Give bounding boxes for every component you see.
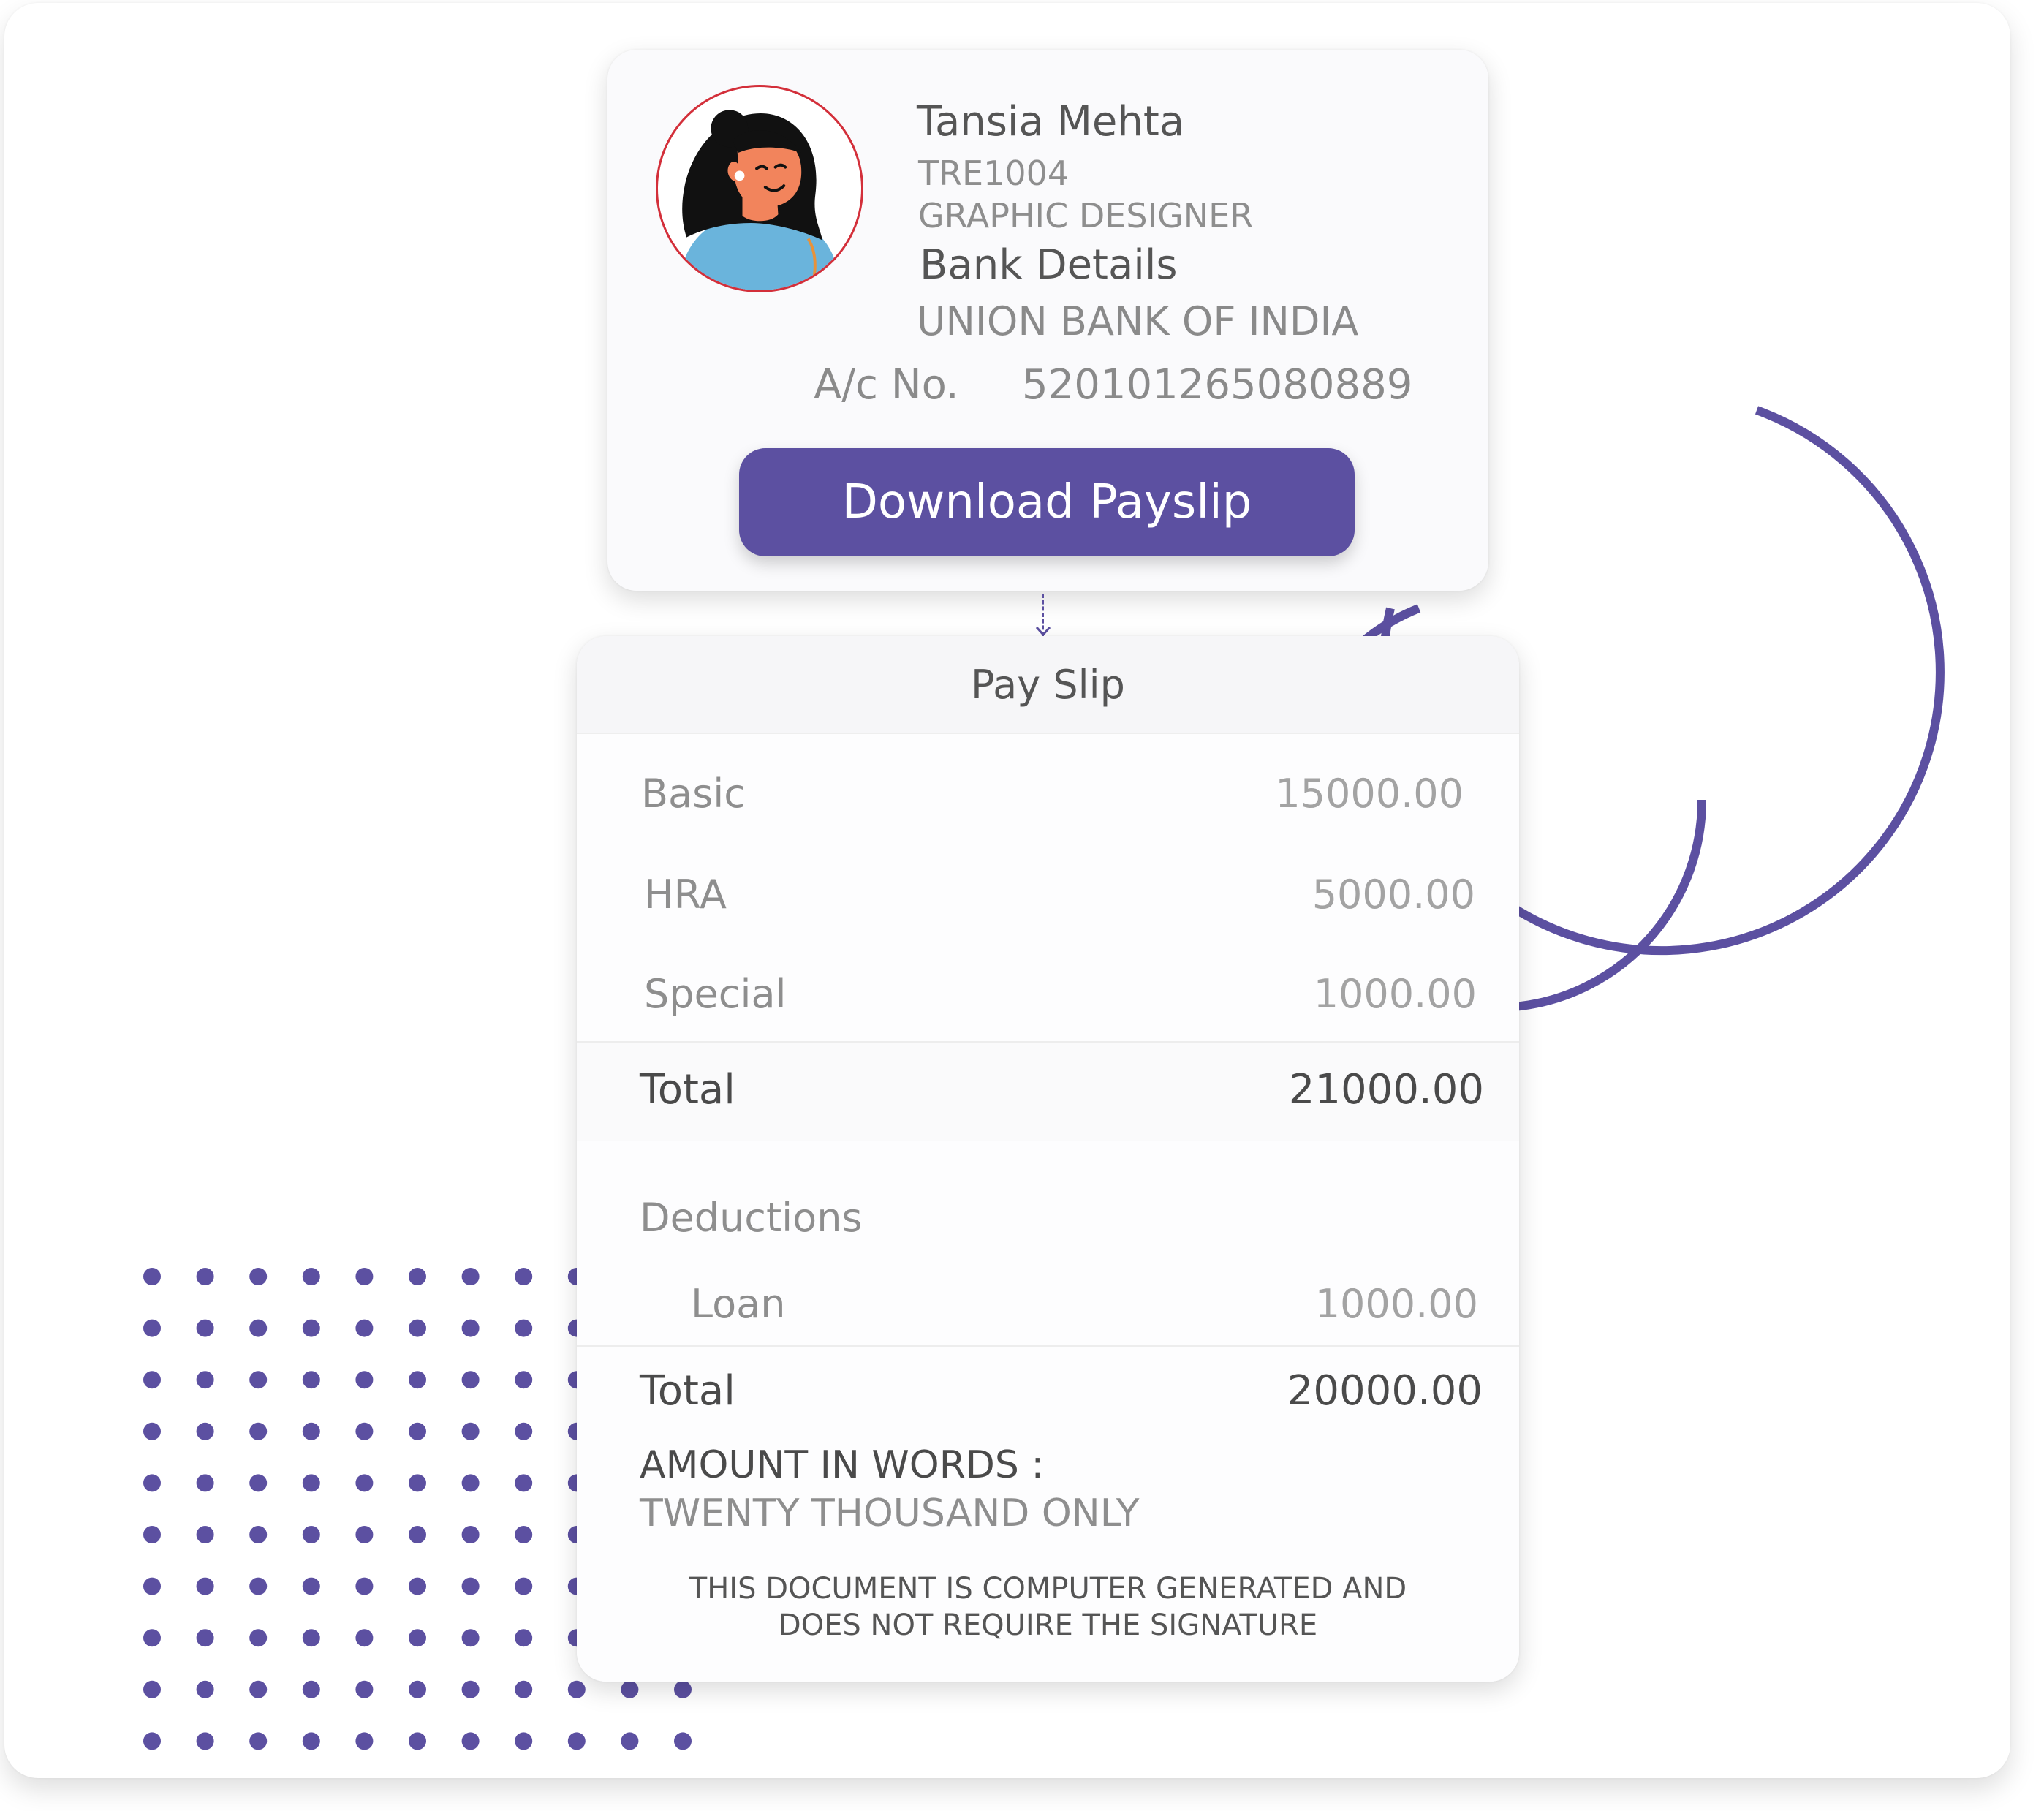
payslip-card: Pay Slip Basic 15000.00 HRA 5000.00 Spec…: [577, 636, 1519, 1682]
earning-label-special: Special: [644, 971, 787, 1017]
payslip-title: Pay Slip: [577, 636, 1519, 734]
employee-id: TRE1004: [918, 154, 1070, 193]
earning-value-basic: 15000.00: [1275, 771, 1464, 817]
computer-generated-notice-line1: THIS DOCUMENT IS COMPUTER GENERATED AND: [689, 1572, 1407, 1606]
earning-value-hra: 5000.00: [1311, 872, 1475, 918]
earnings-total-label: Total: [640, 1066, 735, 1114]
employee-designation: GRAPHIC DESIGNER: [918, 196, 1254, 235]
account-number-label: A/c No.: [814, 361, 959, 409]
deductions-heading: Deductions: [640, 1195, 863, 1241]
account-number-value: 520101265080889: [1022, 361, 1413, 409]
computer-generated-notice-line2: DOES NOT REQUIRE THE SIGNATURE: [778, 1608, 1318, 1642]
amount-in-words-value: TWENTY THOUSAND ONLY: [640, 1491, 1140, 1535]
deduction-label-loan: Loan: [691, 1281, 786, 1327]
deduction-value-loan: 1000.00: [1314, 1281, 1478, 1327]
net-total-label: Total: [640, 1367, 735, 1415]
bank-name: UNION BANK OF INDIA: [917, 298, 1359, 344]
earning-label-basic: Basic: [641, 771, 746, 817]
earnings-total-value: 21000.00: [1288, 1066, 1484, 1114]
amount-in-words-label: AMOUNT IN WORDS :: [640, 1443, 1044, 1487]
earning-label-hra: HRA: [644, 872, 727, 918]
woman-avatar-icon: [656, 85, 863, 292]
net-total-value: 20000.00: [1287, 1367, 1483, 1415]
download-payslip-button[interactable]: Download Payslip: [739, 448, 1355, 556]
employee-profile-card: Tansia Mehta TRE1004 GRAPHIC DESIGNER Ba…: [607, 50, 1488, 591]
bank-details-heading: Bank Details: [920, 241, 1178, 289]
employee-name: Tansia Mehta: [917, 98, 1185, 145]
payslip-body: Basic 15000.00 HRA 5000.00 Special 1000.…: [577, 734, 1519, 1682]
arrow-down-icon: [1035, 626, 1051, 636]
deductions-divider: [577, 1345, 1519, 1347]
earning-value-special: 1000.00: [1313, 971, 1477, 1017]
